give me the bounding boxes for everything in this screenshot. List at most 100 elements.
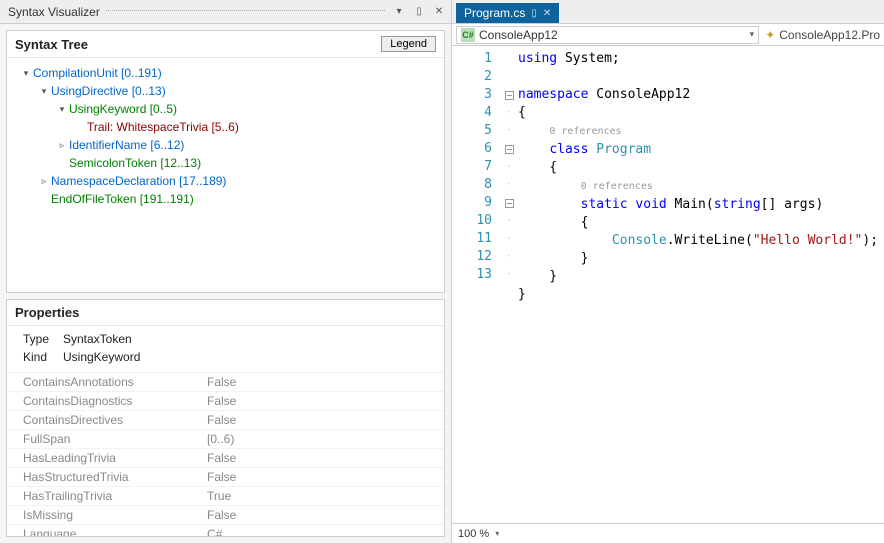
property-row[interactable]: IsMissingFalse	[7, 506, 444, 525]
fold-marker: ·	[500, 122, 518, 140]
property-row[interactable]: ContainsAnnotationsFalse	[7, 373, 444, 392]
pin-icon[interactable]: ▯	[531, 8, 537, 19]
properties-section: Properties TypeSyntaxTokenKindUsingKeywo…	[6, 299, 445, 537]
property-row[interactable]: HasLeadingTriviaFalse	[7, 449, 444, 468]
tab-program-cs[interactable]: Program.cs ▯ ✕	[456, 3, 559, 23]
code-line[interactable]: {	[518, 159, 884, 177]
fold-marker[interactable]	[500, 194, 518, 212]
tree-node[interactable]: ▾UsingKeyword [0..5)	[11, 100, 440, 118]
line-number: 1	[452, 50, 492, 68]
property-key: ContainsDirectives	[7, 413, 207, 427]
tree-node[interactable]: ▹IdentifierName [6..12)	[11, 136, 440, 154]
property-value: False	[207, 508, 444, 522]
property-key: IsMissing	[7, 508, 207, 522]
line-number: 3	[452, 86, 492, 104]
fold-marker	[500, 284, 518, 302]
panel-title: Syntax Visualizer	[8, 5, 100, 19]
code-line[interactable]: }	[518, 268, 884, 286]
tree-node[interactable]: ▾CompilationUnit [0..191)	[11, 64, 440, 82]
code-line[interactable]: namespace ConsoleApp12	[518, 86, 884, 104]
syntax-tree-section: Syntax Tree Legend ▾CompilationUnit [0..…	[6, 30, 445, 293]
property-row[interactable]: LanguageC#	[7, 525, 444, 536]
code-editor[interactable]: 12345678910111213 ········ using System;…	[452, 46, 884, 523]
zoom-level[interactable]: 100 %	[458, 528, 489, 540]
tree-node-label: Trail: WhitespaceTrivia [5..6)	[87, 118, 239, 136]
property-key: HasLeadingTrivia	[7, 451, 207, 465]
pin-icon[interactable]: ▯	[411, 4, 427, 20]
code-area[interactable]: using System; namespace ConsoleApp12{ 0 …	[518, 46, 884, 523]
project-name: ConsoleApp12	[479, 28, 558, 42]
property-key: HasTrailingTrivia	[7, 489, 207, 503]
csharp-icon: C#	[461, 28, 475, 42]
fold-column[interactable]: ········	[500, 46, 518, 523]
code-line[interactable]: }	[518, 286, 884, 304]
line-number: 8	[452, 176, 492, 194]
tree-node[interactable]: Trail: WhitespaceTrivia [5..6)	[11, 118, 440, 136]
tree-node-label: IdentifierName [6..12)	[69, 136, 184, 154]
editor-panel: Program.cs ▯ ✕ C# ConsoleApp12 ▾ ✦ Conso…	[452, 0, 884, 543]
tree-twisty-icon[interactable]: ▾	[21, 64, 31, 82]
property-value: SyntaxToken	[63, 330, 132, 348]
legend-button[interactable]: Legend	[381, 36, 436, 52]
tree-twisty-icon[interactable]: ▾	[39, 82, 49, 100]
tree-node[interactable]: ▹NamespaceDeclaration [17..189)	[11, 172, 440, 190]
nav-bar: C# ConsoleApp12 ▾ ✦ ConsoleApp12.Pro	[452, 24, 884, 46]
property-row[interactable]: HasStructuredTriviaFalse	[7, 468, 444, 487]
code-line[interactable]: class Program	[518, 141, 884, 159]
fold-marker: ·	[500, 212, 518, 230]
code-line[interactable]	[518, 68, 884, 86]
fold-marker: ·	[500, 230, 518, 248]
namespace-dropdown[interactable]: ✦ ConsoleApp12.Pro	[765, 28, 880, 42]
property-row[interactable]: FullSpan[0..6)	[7, 430, 444, 449]
code-line[interactable]: static void Main(string[] args)	[518, 196, 884, 214]
close-icon[interactable]: ✕	[431, 4, 447, 20]
code-line[interactable]: Console.WriteLine("Hello World!");	[518, 232, 884, 250]
tree-twisty-icon[interactable]: ▾	[57, 100, 67, 118]
property-label: Kind	[23, 348, 63, 366]
code-line[interactable]: {	[518, 104, 884, 122]
code-line[interactable]: {	[518, 214, 884, 232]
close-icon[interactable]: ✕	[543, 8, 551, 19]
fold-marker[interactable]	[500, 140, 518, 158]
line-number: 9	[452, 194, 492, 212]
syntax-tree[interactable]: ▾CompilationUnit [0..191)▾UsingDirective…	[7, 58, 444, 292]
property-value: True	[207, 489, 444, 503]
line-number: 2	[452, 68, 492, 86]
properties-title: Properties	[15, 305, 79, 320]
property-value: [0..6)	[207, 432, 444, 446]
line-number: 6	[452, 140, 492, 158]
code-line[interactable]: using System;	[518, 50, 884, 68]
fold-marker[interactable]	[500, 86, 518, 104]
tree-node[interactable]: SemicolonToken [12..13)	[11, 154, 440, 172]
dropdown-icon[interactable]: ▾	[391, 4, 407, 20]
tree-twisty-icon[interactable]: ▹	[57, 136, 67, 154]
property-value: False	[207, 470, 444, 484]
line-number: 10	[452, 212, 492, 230]
tree-node-label: UsingDirective [0..13)	[51, 82, 166, 100]
code-line[interactable]: }	[518, 250, 884, 268]
property-row[interactable]: ContainsDiagnosticsFalse	[7, 392, 444, 411]
project-dropdown[interactable]: C# ConsoleApp12 ▾	[456, 26, 759, 44]
tab-label: Program.cs	[464, 6, 525, 20]
properties-grid[interactable]: ContainsAnnotationsFalseContainsDiagnost…	[7, 372, 444, 536]
property-key: Language	[7, 527, 207, 536]
tree-node[interactable]: ▾UsingDirective [0..13)	[11, 82, 440, 100]
property-row[interactable]: HasTrailingTriviaTrue	[7, 487, 444, 506]
tree-node[interactable]: EndOfFileToken [191..191)	[11, 190, 440, 208]
property-value: UsingKeyword	[63, 348, 140, 366]
property-value: False	[207, 413, 444, 427]
tree-node-label: CompilationUnit [0..191)	[33, 64, 162, 82]
tree-node-label: UsingKeyword [0..5)	[69, 100, 177, 118]
property-label: Type	[23, 330, 63, 348]
syntax-visualizer-panel: Syntax Visualizer ▾ ▯ ✕ Syntax Tree Lege…	[0, 0, 452, 543]
property-key: HasStructuredTrivia	[7, 470, 207, 484]
chevron-down-icon[interactable]: ▾	[495, 529, 499, 538]
fold-marker	[500, 302, 518, 320]
code-line[interactable]	[518, 304, 884, 322]
tree-twisty-icon[interactable]: ▹	[39, 172, 49, 190]
property-row[interactable]: ContainsDirectivesFalse	[7, 411, 444, 430]
fold-marker: ·	[500, 158, 518, 176]
code-line[interactable]: 0 references	[518, 122, 884, 141]
property-summary-row: TypeSyntaxToken	[23, 330, 436, 348]
code-line[interactable]: 0 references	[518, 177, 884, 196]
